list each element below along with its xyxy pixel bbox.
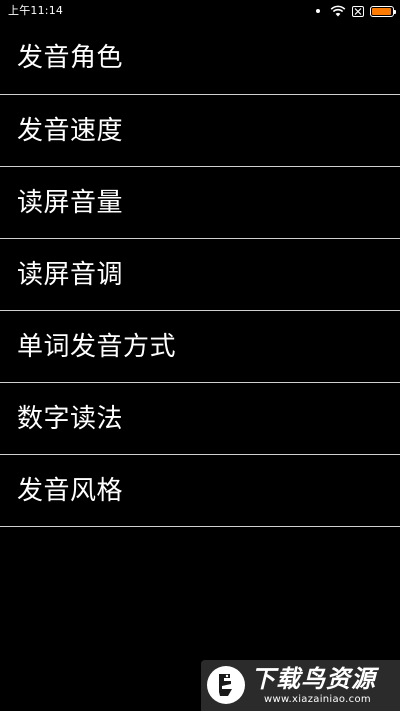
notification-dot-icon [316,9,320,13]
status-time: 上午11:14 [8,4,64,17]
no-sim-icon [352,5,364,17]
settings-item[interactable]: 发音角色 [0,22,400,95]
settings-list: 发音角色发音速度读屏音量读屏音调单词发音方式 数字读法发音风格 [0,22,400,527]
settings-item[interactable]: 读屏音量 [0,167,400,239]
settings-item[interactable]: 单词发音方式 [0,311,400,383]
battery-icon [370,5,396,17]
settings-item[interactable]: 读屏音调 [0,239,400,311]
settings-item-label: 发音角色 [17,43,124,73]
settings-item-label: 发音风格 [17,475,124,506]
settings-item-label: 发音速度 [17,115,124,146]
status-icons [316,4,396,18]
battery-tip [394,9,396,14]
battery-level-fill [372,7,391,15]
settings-item[interactable]: 发音风格 [0,455,400,527]
watermark-url: www.xiazainiao.com [264,694,371,705]
settings-item-label: 数字读法 [17,403,124,434]
watermark-title: 下载鸟资源 [251,665,376,693]
status-bar: 上午11:14 [0,0,400,22]
wifi-icon [330,5,346,17]
watermark-bird-logo-icon [207,666,245,704]
settings-item[interactable]: 数字读法 [0,383,400,455]
watermark: 下载鸟资源 www.xiazainiao.com [201,660,400,711]
settings-item-label: 读屏音量 [17,187,124,218]
settings-item[interactable]: 发音速度 [0,95,400,167]
settings-item-label: 单词发音方式 [17,331,177,362]
settings-item-label: 读屏音调 [17,259,124,290]
